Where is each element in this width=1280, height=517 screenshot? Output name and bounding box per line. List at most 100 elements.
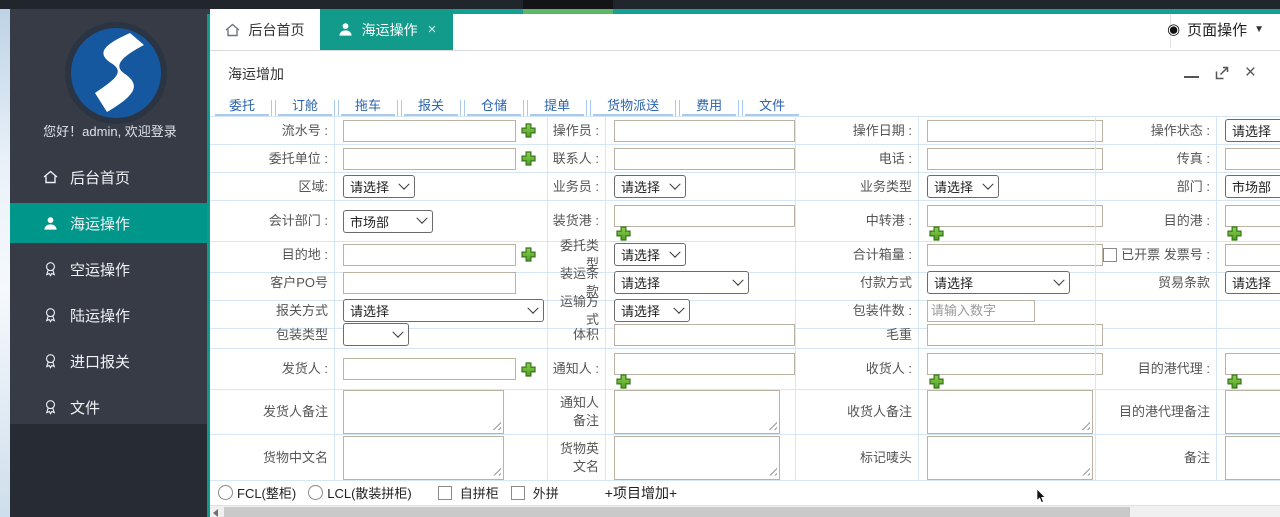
business-type-select[interactable]: 请选择	[927, 175, 999, 198]
field-label-operation-status: 操作状态 :	[1095, 117, 1216, 145]
option-label: FCL(整柜)	[237, 486, 297, 501]
form-tab-files[interactable]: 文件	[745, 96, 800, 116]
field-dest-port-agent	[1216, 349, 1280, 390]
form-tab-booking[interactable]: 订舱	[278, 96, 333, 116]
tab-backend-home[interactable]: 后台首页	[210, 9, 321, 50]
field-label-consignee: 收货人 :	[795, 349, 918, 390]
expand-button[interactable]	[1214, 65, 1230, 81]
cargo-name-en-textarea[interactable]	[614, 435, 780, 480]
field-salesman: 请选择	[605, 173, 795, 201]
transit-port-input[interactable]	[927, 205, 1103, 227]
region-select[interactable]: 请选择	[343, 175, 415, 198]
volume-input[interactable]	[614, 323, 795, 346]
field-label-gross-weight: 毛重	[795, 321, 918, 349]
add-icon[interactable]	[521, 247, 536, 262]
transport-method-select[interactable]: 请选择	[614, 299, 690, 323]
contact-person-input[interactable]	[614, 147, 795, 170]
scrollbar-thumb[interactable]	[224, 507, 1130, 517]
add-icon[interactable]	[929, 374, 944, 389]
sidebar-item-import-customs[interactable]: 进口报关	[10, 341, 210, 381]
dest-port-agent-input[interactable]	[1225, 353, 1280, 375]
minimize-button[interactable]	[1183, 76, 1199, 78]
department-select[interactable]: 市场部	[1225, 175, 1280, 198]
package-count-input[interactable]	[927, 299, 1035, 322]
form-tab-trailer[interactable]: 拖车	[341, 96, 396, 116]
medal-icon	[42, 353, 59, 369]
total-containers-input[interactable]	[927, 243, 1103, 266]
ext-consol-checkbox[interactable]	[510, 485, 525, 500]
dest-agent-remark-textarea[interactable]	[1225, 390, 1280, 434]
field-label-volume: 体积	[547, 321, 605, 349]
add-icon[interactable]	[521, 361, 536, 377]
form-tab-cargo-delivery[interactable]: 货物派送	[593, 96, 674, 116]
chevron-down-icon	[982, 178, 994, 190]
sidebar-item-sea-ops[interactable]: 海运操作	[10, 203, 210, 243]
lcl-radio[interactable]	[308, 485, 324, 500]
consign-type-select[interactable]: 请选择	[614, 243, 686, 267]
self-consol-checkbox[interactable]	[437, 485, 452, 500]
salesman-select[interactable]: 请选择	[614, 175, 686, 198]
option-self-consol[interactable]: 自拼柜	[437, 483, 499, 502]
close-button[interactable]: ×	[1245, 63, 1256, 82]
fax-input[interactable]	[1225, 147, 1280, 170]
phone-input[interactable]	[927, 147, 1103, 170]
shipper-input[interactable]	[343, 358, 516, 380]
tab-sea-operations[interactable]: 海运操作 ×	[320, 9, 453, 50]
operation-status-select[interactable]: 请选择	[1225, 119, 1280, 142]
tab-label: 海运操作	[361, 21, 418, 38]
page-actions-button[interactable]: ◉ 页面操作 ▼	[1167, 9, 1264, 50]
remark-textarea[interactable]	[1225, 435, 1280, 480]
form-tab-fees[interactable]: 费用	[682, 96, 737, 116]
package-type-select[interactable]	[343, 323, 409, 346]
notify-party-input[interactable]	[614, 353, 795, 375]
shipping-terms-select[interactable]: 请选择	[614, 271, 749, 295]
shipper-remark-textarea[interactable]	[343, 390, 504, 434]
cargo-name-cn-textarea[interactable]	[343, 435, 504, 480]
customer-po-input[interactable]	[343, 271, 516, 294]
field-label-consignee-remark: 收货人备注	[795, 390, 918, 435]
gross-weight-input[interactable]	[927, 323, 1103, 346]
serial-number-input[interactable]	[343, 119, 516, 142]
add-icon[interactable]	[616, 374, 631, 389]
sidebar-item-home[interactable]: 后台首页	[10, 157, 210, 197]
scroll-left-arrow-icon[interactable]	[213, 509, 218, 517]
close-icon[interactable]: ×	[428, 21, 437, 38]
field-consignee	[918, 349, 1103, 390]
add-project-button[interactable]: +项目增加+	[605, 483, 677, 503]
form-tab-customs[interactable]: 报关	[404, 96, 459, 116]
loading-port-input[interactable]	[614, 205, 795, 227]
payment-method-select[interactable]: 请选择	[927, 271, 1070, 295]
invoice-number-input[interactable]	[1225, 243, 1280, 266]
form-tab-bill-of-lading[interactable]: 提单	[530, 96, 585, 116]
shipping-marks-textarea[interactable]	[927, 435, 1093, 480]
form-tab-warehouse[interactable]: 仓储	[467, 96, 522, 116]
field-label-notify-party: 通知人 :	[547, 349, 605, 390]
client-company-input[interactable]	[343, 147, 516, 170]
sidebar-item-land-ops[interactable]: 陆运操作	[10, 295, 210, 335]
add-icon[interactable]	[1227, 374, 1242, 389]
trade-terms-select[interactable]: 请选择	[1225, 271, 1280, 295]
sidebar-item-air-ops[interactable]: 空运操作	[10, 249, 210, 289]
form-tab-separator	[523, 100, 529, 116]
add-icon[interactable]	[521, 151, 536, 166]
customs-method-select[interactable]: 请选择	[343, 299, 544, 323]
add-icon[interactable]	[521, 123, 536, 138]
option-fcl[interactable]: FCL(整柜)	[218, 483, 296, 502]
destination-port-input[interactable]	[1225, 205, 1280, 227]
destination-input[interactable]	[343, 243, 516, 266]
accounting-dept-select[interactable]: 市场部	[343, 209, 433, 233]
invoiced-checkbox[interactable]	[1103, 247, 1118, 262]
operation-date-input[interactable]	[927, 119, 1103, 142]
option-ext-consol[interactable]: 外拼	[510, 483, 559, 502]
horizontal-scrollbar[interactable]	[210, 505, 1280, 517]
fcl-radio[interactable]	[218, 485, 233, 500]
sidebar-item-documents[interactable]: 文件	[10, 387, 210, 427]
select-value: 请选择	[621, 248, 661, 264]
consignee-remark-textarea[interactable]	[927, 390, 1093, 434]
option-lcl[interactable]: LCL(散装拼柜)	[308, 483, 412, 502]
page-actions-label: 页面操作	[1187, 22, 1248, 39]
notify-remark-textarea[interactable]	[614, 390, 780, 434]
consignee-input[interactable]	[927, 353, 1103, 375]
operator-input[interactable]	[614, 119, 795, 142]
form-tab-consign[interactable]: 委托	[215, 96, 270, 116]
